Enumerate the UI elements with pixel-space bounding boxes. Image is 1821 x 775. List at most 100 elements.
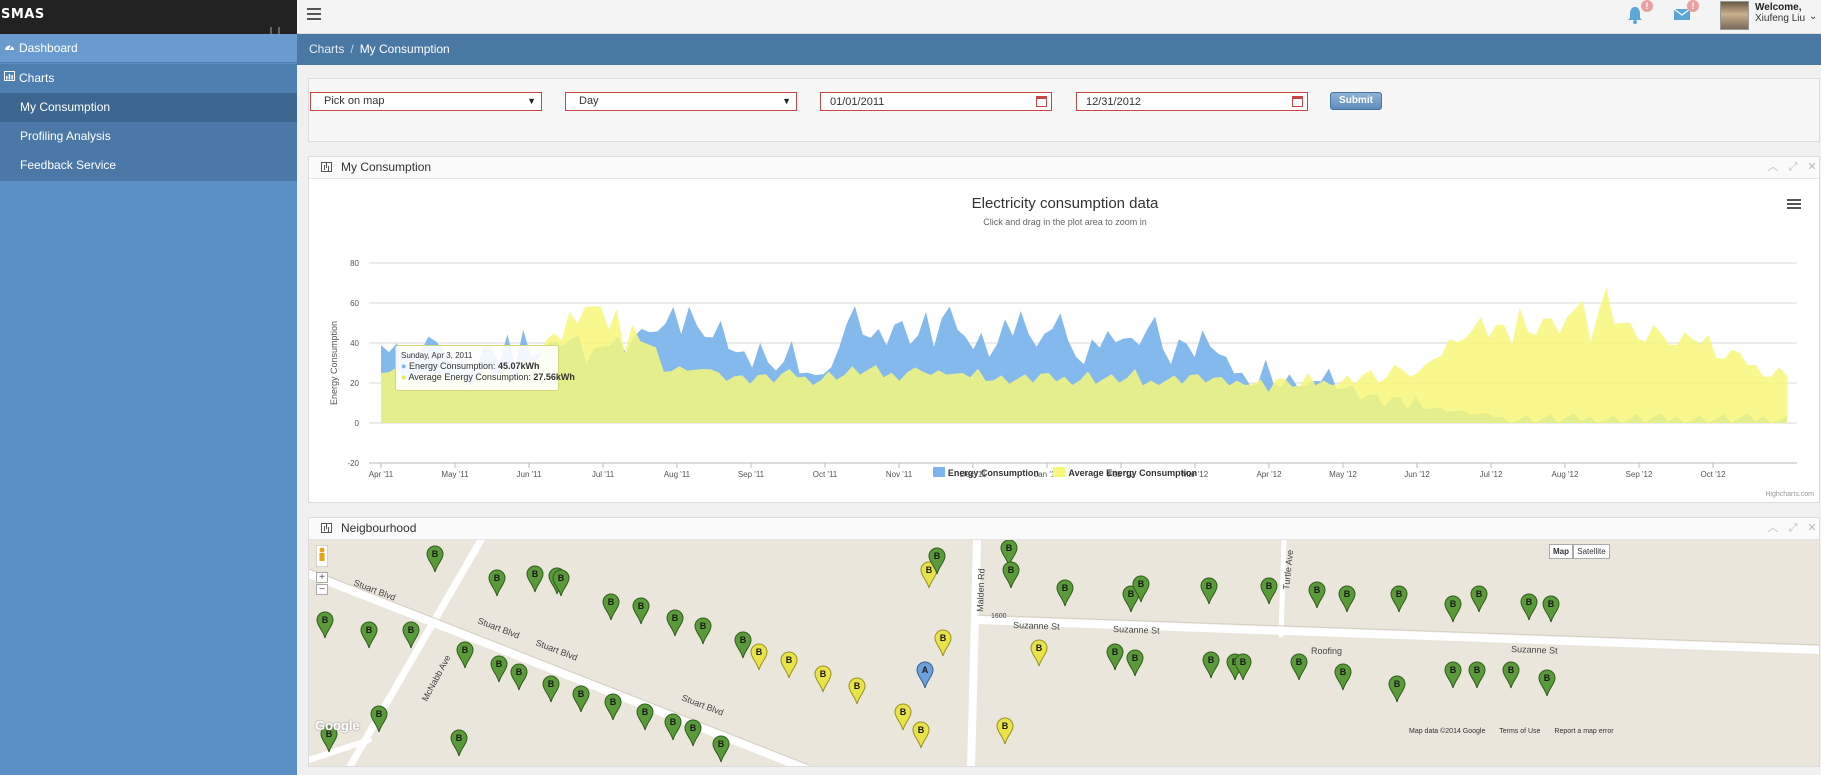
- map-marker-icon[interactable]: B: [1200, 577, 1218, 605]
- map-marker-icon[interactable]: B: [1308, 581, 1326, 609]
- map-marker-icon[interactable]: B: [894, 703, 912, 731]
- notification-badge: !: [1641, 0, 1653, 12]
- sidebar-item-dashboard[interactable]: Dashboard: [0, 34, 297, 63]
- map-marker-icon[interactable]: B: [526, 565, 544, 593]
- message-badge: !: [1687, 0, 1699, 12]
- sidebar-item-feedback-service[interactable]: Feedback Service: [0, 151, 297, 180]
- sidebar-item-my-consumption[interactable]: My Consumption: [0, 93, 297, 122]
- map-marker-icon[interactable]: B: [734, 631, 752, 659]
- map-marker-icon[interactable]: A: [916, 661, 934, 689]
- map-marker-icon[interactable]: B: [1290, 653, 1308, 681]
- breadcrumb-charts-link[interactable]: Charts: [309, 42, 344, 56]
- app-brand[interactable]: SMAS: [0, 0, 297, 34]
- map-marker-icon[interactable]: B: [1470, 585, 1488, 613]
- map-marker-icon[interactable]: B: [488, 569, 506, 597]
- zoom-out-button[interactable]: −: [316, 584, 328, 595]
- map-marker-icon[interactable]: B: [1502, 661, 1520, 689]
- granularity-select[interactable]: Day ▼: [565, 92, 797, 111]
- consumption-chart[interactable]: -20020406080Energy ConsumptionApr '11 May…: [309, 179, 1819, 499]
- map-marker-icon[interactable]: B: [780, 651, 798, 679]
- map-marker-icon[interactable]: B: [542, 675, 560, 703]
- notifications-button[interactable]: !: [1627, 0, 1653, 26]
- map-marker-icon[interactable]: B: [1388, 675, 1406, 703]
- map-marker-icon[interactable]: B: [604, 693, 622, 721]
- map-marker-icon[interactable]: B: [1056, 579, 1074, 607]
- map-marker-icon[interactable]: B: [1542, 595, 1560, 623]
- map-marker-icon[interactable]: B: [402, 621, 420, 649]
- menu-toggle-button[interactable]: [307, 8, 321, 22]
- map-marker-icon[interactable]: B: [996, 717, 1014, 745]
- map-marker-icon[interactable]: B: [664, 713, 682, 741]
- map-marker-icon[interactable]: B: [1338, 585, 1356, 613]
- map-marker-icon[interactable]: B: [632, 597, 650, 625]
- map-marker-icon[interactable]: B: [1444, 595, 1462, 623]
- end-date-field[interactable]: 12/31/2012: [1076, 92, 1308, 111]
- sidebar-item-profiling-analysis[interactable]: Profiling Analysis: [0, 122, 297, 151]
- map-marker-icon[interactable]: B: [1444, 661, 1462, 689]
- map-marker-icon[interactable]: B: [1234, 653, 1252, 681]
- map-marker-icon[interactable]: B: [316, 611, 334, 639]
- location-select-value: Pick on map: [324, 95, 385, 107]
- calendar-icon[interactable]: [1036, 96, 1047, 107]
- neighbourhood-map[interactable]: Stuart Blvd Stuart Blvd Stuart Blvd Stua…: [309, 540, 1819, 766]
- map-type-satellite-button[interactable]: Satellite: [1573, 544, 1610, 559]
- map-marker-icon[interactable]: B: [636, 703, 654, 731]
- map-marker-icon[interactable]: B: [456, 641, 474, 669]
- report-map-error-link[interactable]: Report a map error: [1554, 728, 1613, 735]
- map-marker-icon[interactable]: B: [712, 735, 730, 763]
- map-marker-icon[interactable]: B: [694, 617, 712, 645]
- chart-title: Electricity consumption data: [971, 195, 1159, 212]
- map-marker-icon[interactable]: B: [848, 677, 866, 705]
- zoom-in-button[interactable]: +: [316, 572, 328, 583]
- map-type-map-button[interactable]: Map: [1549, 544, 1573, 559]
- map-marker-icon[interactable]: B: [602, 593, 620, 621]
- close-icon[interactable]: ✕: [1805, 160, 1819, 174]
- svg-text:B: B: [1476, 589, 1483, 599]
- map-marker-icon[interactable]: B: [1334, 663, 1352, 691]
- map-marker-icon[interactable]: B: [1520, 593, 1538, 621]
- map-marker-icon[interactable]: B: [490, 655, 508, 683]
- chart-credits[interactable]: Highcharts.com: [1765, 491, 1814, 498]
- map-marker-icon[interactable]: B: [1468, 661, 1486, 689]
- pegman-icon[interactable]: [315, 544, 329, 568]
- messages-button[interactable]: !: [1673, 0, 1699, 26]
- map-marker-icon[interactable]: B: [666, 609, 684, 637]
- map-marker-icon[interactable]: B: [750, 643, 768, 671]
- map-marker-icon[interactable]: B: [552, 569, 570, 597]
- map-marker-icon[interactable]: B: [1002, 561, 1020, 589]
- map-marker-icon[interactable]: B: [1260, 577, 1278, 605]
- caret-down-icon: ▼: [782, 96, 791, 106]
- map-marker-icon[interactable]: B: [912, 721, 930, 749]
- street-label: Suzanne St: [1113, 624, 1160, 636]
- map-marker-icon[interactable]: B: [1538, 669, 1556, 697]
- map-marker-icon[interactable]: B: [1202, 651, 1220, 679]
- map-marker-icon[interactable]: B: [450, 729, 468, 757]
- map-marker-icon[interactable]: B: [1126, 649, 1144, 677]
- map-marker-icon[interactable]: B: [510, 663, 528, 691]
- chevron-up-icon[interactable]: ︿: [1766, 160, 1780, 174]
- start-date-field[interactable]: 01/01/2011: [820, 92, 1052, 111]
- map-marker-icon[interactable]: B: [1030, 639, 1048, 667]
- granularity-select-value: Day: [579, 95, 599, 107]
- map-marker-icon[interactable]: B: [426, 545, 444, 573]
- map-marker-icon[interactable]: B: [360, 621, 378, 649]
- sidebar-item-charts[interactable]: Charts: [0, 64, 297, 93]
- chart-export-menu-button[interactable]: [1787, 199, 1801, 211]
- submit-button[interactable]: Submit: [1330, 92, 1382, 110]
- expand-icon[interactable]: ⤢: [1786, 160, 1800, 174]
- map-marker-icon[interactable]: B: [934, 629, 952, 657]
- map-marker-icon[interactable]: B: [1106, 643, 1124, 671]
- map-marker-icon[interactable]: B: [572, 685, 590, 713]
- close-icon[interactable]: ✕: [1805, 521, 1819, 535]
- chevron-up-icon[interactable]: ︿: [1766, 521, 1780, 535]
- legend-item-average[interactable]: Average Energy Consumption: [1053, 467, 1197, 478]
- expand-icon[interactable]: ⤢: [1786, 521, 1800, 535]
- map-marker-icon[interactable]: B: [684, 719, 702, 747]
- map-marker-icon[interactable]: B: [1390, 585, 1408, 613]
- legend-item-energy[interactable]: Energy Consumption: [932, 467, 1039, 478]
- terms-of-use-link[interactable]: Terms of Use: [1499, 728, 1540, 735]
- calendar-icon[interactable]: [1292, 96, 1303, 107]
- bar-chart-icon: [321, 523, 332, 533]
- location-select[interactable]: Pick on map ▼: [310, 92, 542, 111]
- map-marker-icon[interactable]: B: [814, 665, 832, 693]
